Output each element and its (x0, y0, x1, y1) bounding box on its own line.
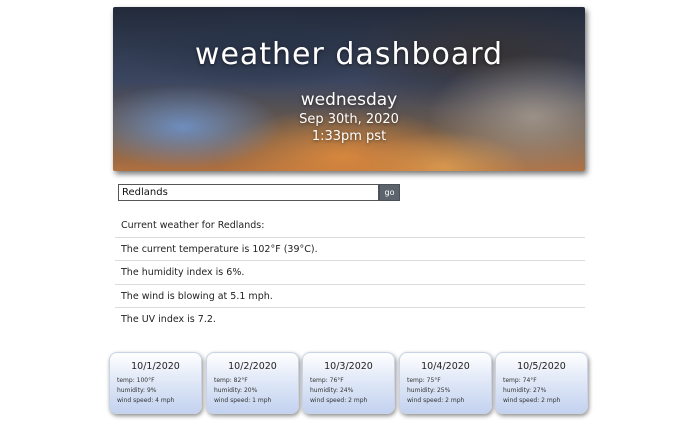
forecast-date: 10/5/2020 (517, 361, 566, 372)
five-day-forecast: 10/1/2020 temp: 100°F humidity: 9% wind … (109, 352, 589, 414)
forecast-wind: wind speed: 2 mph (310, 397, 368, 404)
forecast-card: 10/1/2020 temp: 100°F humidity: 9% wind … (109, 352, 202, 414)
forecast-temp: temp: 74°F (503, 377, 537, 384)
forecast-card: 10/4/2020 temp: 75°F humidity: 25% wind … (399, 352, 492, 414)
forecast-wind: wind speed: 4 mph (117, 397, 175, 404)
forecast-humidity: humidity: 24% (310, 387, 354, 394)
forecast-date: 10/3/2020 (324, 361, 373, 372)
current-time: 1:33pm pst (311, 129, 387, 144)
forecast-temp: temp: 82°F (214, 377, 248, 384)
forecast-wind: wind speed: 2 mph (407, 397, 465, 404)
forecast-humidity: humidity: 9% (117, 387, 157, 394)
forecast-temp: temp: 100°F (117, 377, 155, 384)
go-button[interactable]: go (379, 184, 400, 201)
current-weather-list: Current weather for Redlands: The curren… (115, 214, 585, 332)
header-banner: weather dashboard wednesday Sep 30th, 20… (113, 7, 585, 171)
current-temperature: The current temperature is 102°F (39°C). (115, 238, 585, 261)
forecast-card: 10/3/2020 temp: 76°F humidity: 24% wind … (302, 352, 395, 414)
forecast-humidity: humidity: 20% (214, 387, 258, 394)
forecast-wind: wind speed: 1 mph (214, 397, 272, 404)
forecast-date: 10/4/2020 (421, 361, 470, 372)
forecast-temp: temp: 76°F (310, 377, 344, 384)
forecast-date: 10/1/2020 (131, 361, 180, 372)
page-title: weather dashboard (194, 37, 504, 72)
current-day: wednesday (300, 90, 398, 110)
current-date: Sep 30th, 2020 (299, 112, 399, 127)
forecast-card: 10/2/2020 temp: 82°F humidity: 20% wind … (206, 352, 299, 414)
city-search-input[interactable] (118, 184, 379, 201)
forecast-card: 10/5/2020 temp: 74°F humidity: 27% wind … (495, 352, 588, 414)
current-weather-heading: Current weather for Redlands: (115, 214, 585, 238)
forecast-date: 10/2/2020 (228, 361, 277, 372)
forecast-humidity: humidity: 25% (407, 387, 451, 394)
forecast-wind: wind speed: 2 mph (503, 397, 561, 404)
forecast-humidity: humidity: 27% (503, 387, 547, 394)
current-wind: The wind is blowing at 5.1 mph. (115, 285, 585, 308)
current-uv-index: The UV index is 7.2. (121, 314, 216, 325)
current-humidity: The humidity index is 6%. (115, 261, 585, 285)
forecast-temp: temp: 75°F (407, 377, 441, 384)
